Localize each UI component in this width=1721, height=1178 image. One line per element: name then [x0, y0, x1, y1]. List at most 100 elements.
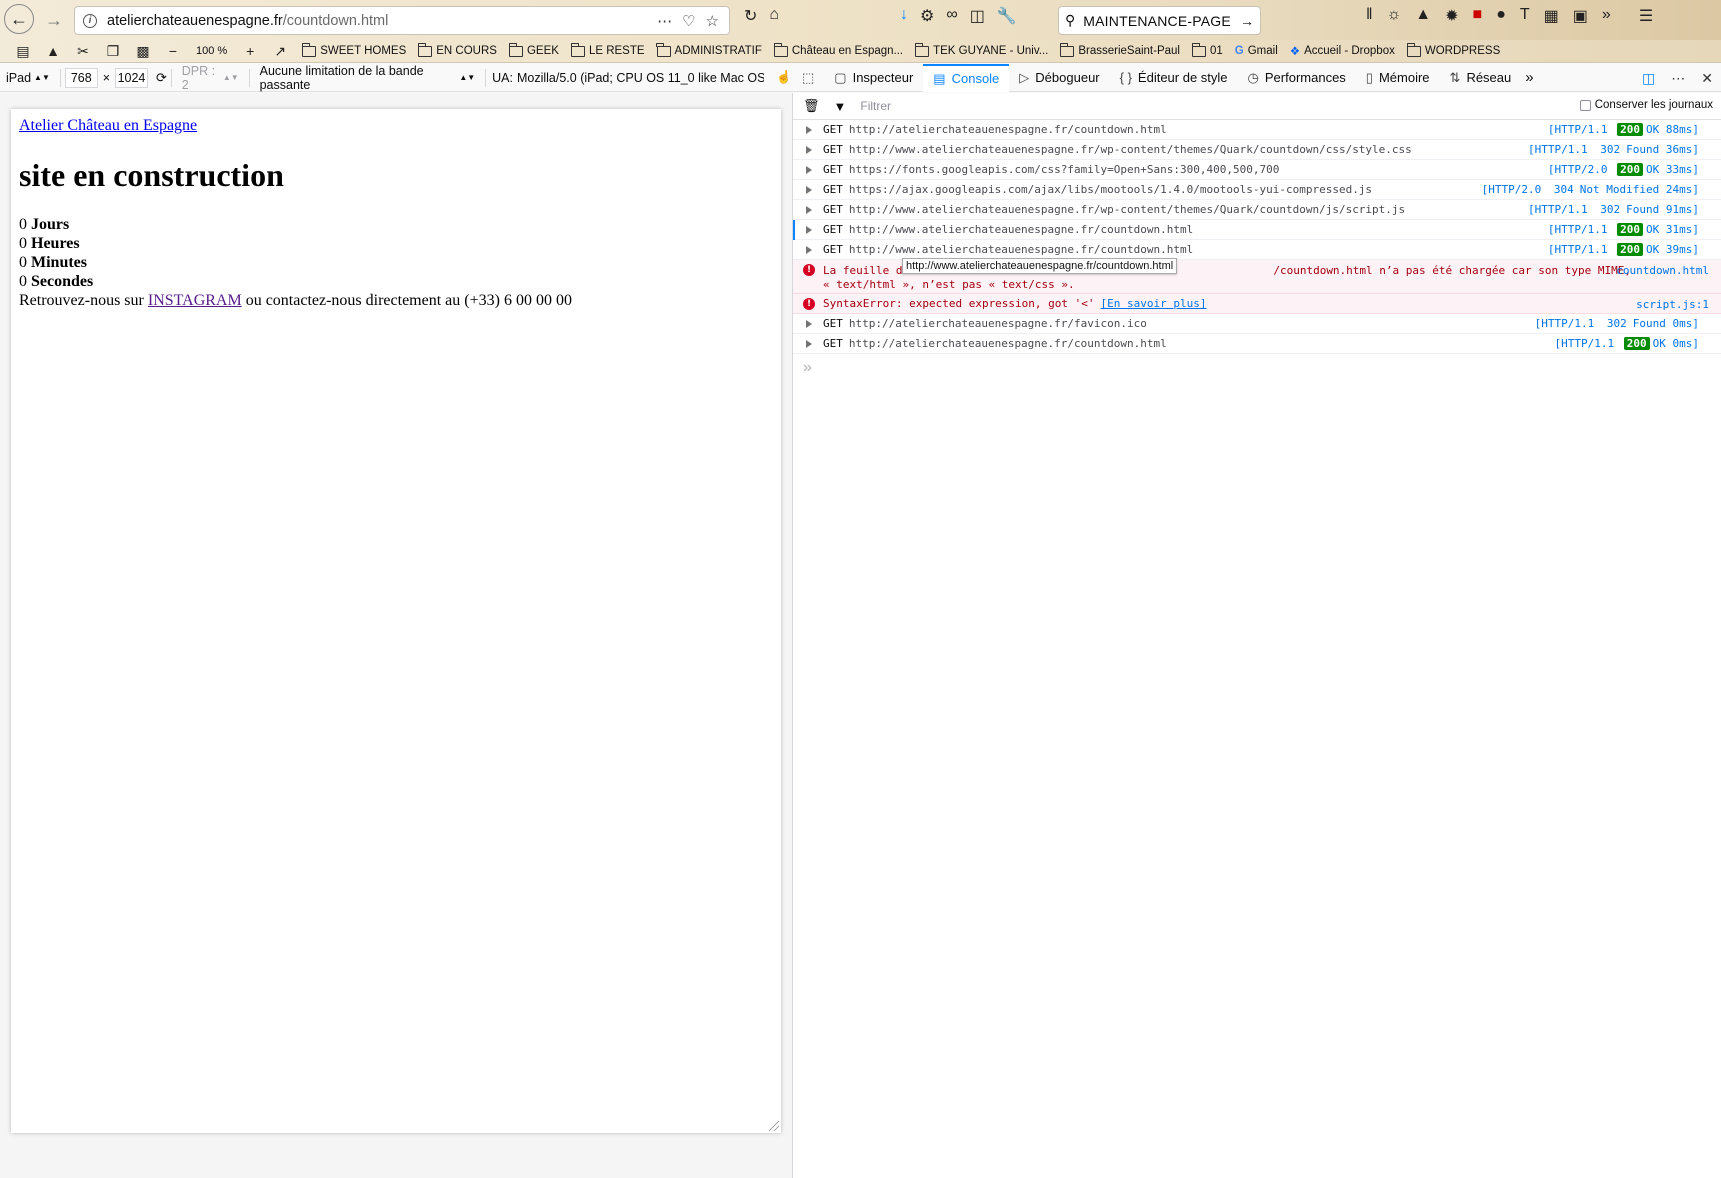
bookmark-item[interactable]: BrasserieSaint-Paul	[1055, 42, 1185, 57]
touch-icon[interactable]: ☝	[776, 70, 792, 85]
tab-debugger[interactable]: ▷ Débogueur	[1009, 64, 1109, 92]
tab-style-editor[interactable]: { } Éditeur de style	[1110, 64, 1238, 92]
search-input[interactable]: MAINTENANCE-PAGE	[1083, 13, 1240, 29]
wrench-icon[interactable]: 🔧	[997, 6, 1017, 26]
grid-icon[interactable]: ▦	[1544, 6, 1559, 26]
bookmark-item[interactable]: LE RESTE	[566, 42, 650, 57]
search-box[interactable]: ⚲ MAINTENANCE-PAGE →	[1058, 6, 1261, 35]
library-icon[interactable]: ‖	[1366, 6, 1373, 26]
console-network-row[interactable]: GET https://ajax.googleapis.com/ajax/libs…	[793, 180, 1721, 200]
bookmark-item[interactable]: G Gmail	[1230, 45, 1283, 57]
close-devtools-icon[interactable]: ✕	[1701, 70, 1713, 87]
settings-gear-icon[interactable]: ⚙	[920, 6, 934, 26]
element-picker-icon[interactable]: ⬚	[792, 64, 824, 92]
resize-handle[interactable]	[769, 1121, 779, 1131]
search-go-icon[interactable]: →	[1240, 13, 1254, 29]
tab-performance[interactable]: ◷ Performances	[1238, 64, 1356, 92]
expand-arrow-icon[interactable]	[806, 226, 812, 234]
expand-arrow-icon[interactable]	[806, 166, 812, 174]
download-icon[interactable]: ↓	[900, 6, 908, 26]
site-info-icon[interactable]: i	[83, 13, 97, 28]
dpr-selector[interactable]: DPR : 2 ▲▼	[176, 64, 245, 92]
console-network-row[interactable]: GET http://www.atelierchateauenespagne.fr…	[793, 240, 1721, 260]
expand-arrow-icon[interactable]	[806, 320, 812, 328]
devtools-options-icon[interactable]: ⋯	[1671, 70, 1685, 87]
bookmark-item[interactable]: SWEET HOMES	[297, 42, 411, 57]
ua-input[interactable]: Mozilla/5.0 (iPad; CPU OS 11_0 like Mac …	[517, 71, 764, 85]
console-network-row[interactable]: GET http://atelierchateauenespagne.fr/fav…	[793, 314, 1721, 334]
screenshot-icon[interactable]: ▣	[1573, 6, 1588, 26]
private-mask-icon[interactable]: ∞	[946, 6, 957, 26]
expand-arrow-icon[interactable]	[806, 206, 812, 214]
console-input[interactable]: »	[793, 354, 1721, 382]
expand-arrow-icon[interactable]	[806, 126, 812, 134]
pocket-icon[interactable]: ♡	[682, 12, 695, 30]
bookmark-item[interactable]: EN COURS	[413, 42, 502, 57]
tab-memory[interactable]: ▯ Mémoire	[1356, 64, 1440, 92]
page-actions-icon[interactable]: ⋯	[657, 12, 672, 30]
folder-icon	[1060, 42, 1075, 57]
zoom-in-icon[interactable]: +	[237, 43, 263, 59]
overflow-chevron-icon[interactable]: »	[1602, 6, 1611, 26]
reload-icon[interactable]: ↻	[744, 6, 757, 26]
instagram-link[interactable]: INSTAGRAM	[148, 292, 242, 309]
viewport-width-input[interactable]: 768	[64, 67, 98, 88]
upload-icon[interactable]: ▲	[40, 43, 66, 59]
device-selector[interactable]: iPad ▲▼	[0, 71, 56, 85]
bookmark-item[interactable]: GEEK	[504, 42, 564, 57]
bookmark-item[interactable]: WORDPRESS	[1402, 42, 1505, 57]
home-icon[interactable]: ⌂	[769, 6, 779, 26]
learn-more-link[interactable]: [En savoir plus]	[1101, 297, 1207, 310]
bookmark-item[interactable]: 01	[1187, 42, 1228, 57]
console-network-row[interactable]: GET http://atelierchateauenespagne.fr/cou…	[793, 334, 1721, 354]
extension-icon[interactable]: ✹	[1445, 6, 1458, 26]
colorzilla-icon[interactable]: ●	[1496, 6, 1506, 26]
rotate-icon[interactable]: ⟳	[156, 70, 167, 86]
viewport-height-input[interactable]: 1024	[115, 67, 148, 88]
bookmark-item[interactable]: Château en Espagn...	[769, 42, 908, 57]
console-error-row[interactable]: ! SyntaxError: expected expression, got '…	[793, 294, 1721, 314]
bookmark-item[interactable]: ❖ Accueil - Dropbox	[1285, 44, 1400, 58]
url-bar[interactable]: i atelierchateauenespagne.fr/countdown.h…	[74, 6, 730, 35]
preserve-logs-toggle[interactable]: Conserver les journaux	[1579, 99, 1713, 111]
expand-arrow-icon[interactable]	[806, 186, 812, 194]
preserve-logs-checkbox[interactable]	[1579, 99, 1591, 111]
fullscreen-icon[interactable]: ↗	[267, 43, 293, 60]
globe-icon[interactable]: ☼	[1387, 6, 1402, 26]
expand-arrow-icon[interactable]	[806, 340, 812, 348]
tab-network[interactable]: ⇅ Réseau	[1440, 64, 1522, 92]
zoom-out-icon[interactable]: −	[160, 43, 186, 59]
text-icon[interactable]: T	[1520, 6, 1530, 26]
filter-icon[interactable]: ▼	[834, 99, 847, 114]
expand-arrow-icon[interactable]	[806, 146, 812, 154]
filter-input[interactable]: Filtrer	[860, 99, 891, 113]
expand-arrow-icon[interactable]	[806, 246, 812, 254]
tab-console[interactable]: ▤ Console	[923, 63, 1010, 92]
more-tabs-chevron-icon[interactable]: »	[1525, 69, 1533, 86]
zoom-level[interactable]: 100 %	[190, 45, 233, 57]
console-network-row[interactable]: GET http://atelierchateauenespagne.fr/cou…	[793, 120, 1721, 140]
new-tab-icon[interactable]: ▤	[10, 43, 36, 60]
bookmark-item[interactable]: TEK GUYANE - Univ...	[910, 42, 1053, 57]
menu-hamburger-icon[interactable]: ☰	[1639, 6, 1653, 26]
back-button[interactable]: ←	[4, 4, 34, 34]
console-network-row[interactable]: GET http://www.atelierchateauenespagne.fr…	[793, 220, 1721, 240]
bookmark-item[interactable]: ADMINISTRATIF	[652, 42, 767, 57]
site-home-link[interactable]: Atelier Château en Espagne	[19, 117, 197, 135]
paste-icon[interactable]: ▩	[130, 43, 156, 60]
bookmark-star-icon[interactable]: ☆	[706, 12, 719, 30]
console-network-row[interactable]: GET http://www.atelierchateauenespagne.fr…	[793, 200, 1721, 220]
throttling-selector[interactable]: Aucune limitation de la bande passante ▲▼	[254, 64, 482, 92]
sidebar-icon[interactable]: ◫	[970, 6, 985, 26]
url-text[interactable]: atelierchateauenespagne.fr/countdown.htm…	[107, 13, 657, 29]
hat-icon[interactable]: ▲	[1415, 6, 1431, 26]
console-network-row[interactable]: GET http://www.atelierchateauenespagne.fr…	[793, 140, 1721, 160]
clear-console-icon[interactable]: 🗑	[803, 98, 820, 114]
copy-icon[interactable]: ❐	[100, 43, 126, 60]
dock-side-icon[interactable]: ◫	[1642, 70, 1655, 87]
forward-button[interactable]: →	[38, 4, 70, 36]
console-network-row[interactable]: GET https://fonts.googleapis.com/css?fami…	[793, 160, 1721, 180]
tab-inspector[interactable]: ▢ Inspecteur	[824, 64, 923, 92]
cut-icon[interactable]: ✂	[70, 43, 96, 60]
flash-icon[interactable]: ■	[1473, 6, 1483, 26]
